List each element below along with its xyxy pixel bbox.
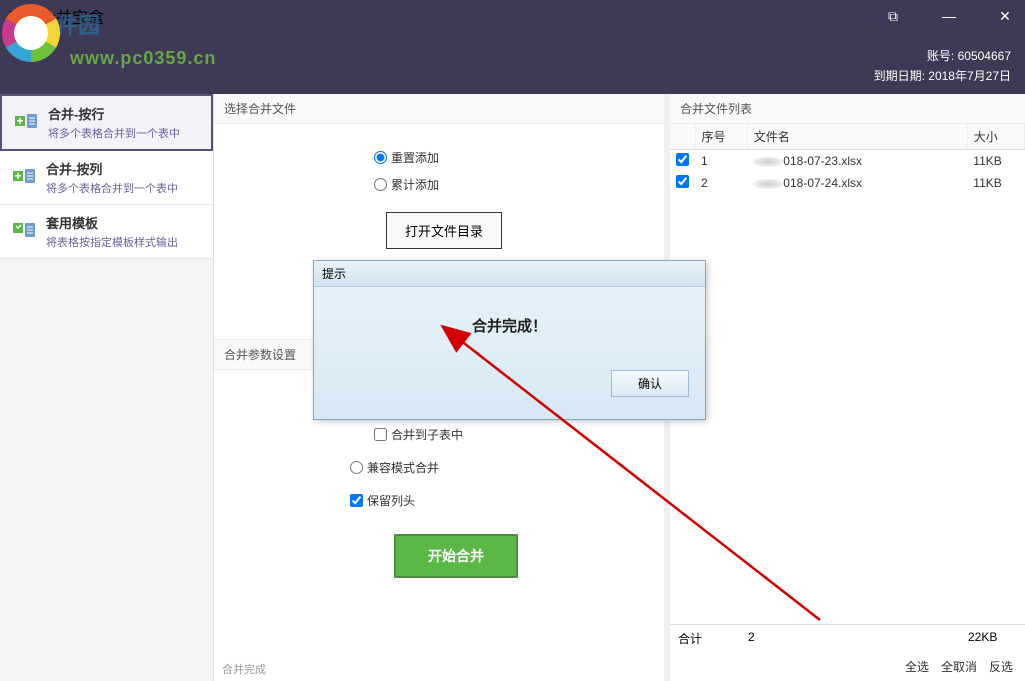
- right-panel: 合并文件列表 序号 文件名 大小 1: [670, 94, 1025, 681]
- radio-compat-mode[interactable]: [350, 461, 363, 474]
- radio-accumulate-label: 累计添加: [391, 176, 439, 193]
- sidebar-item-title: 套用模板: [46, 213, 178, 232]
- file-table: 序号 文件名 大小 1 018-07-23.xlsx 11KB: [670, 124, 1025, 624]
- select-all-button[interactable]: 全选: [905, 658, 929, 675]
- sidebar: + 合并-按行 将多个表格合并到一个表中 + 合并-按列 将多个表格合并到一个表…: [0, 94, 214, 681]
- cell-size: 11KB: [967, 172, 1024, 194]
- select-files-header: 选择合并文件: [214, 94, 664, 124]
- dialog-message: 合并完成！: [314, 287, 705, 364]
- summary-count: 2: [748, 630, 968, 647]
- sidebar-item-title: 合并-按列: [46, 159, 178, 178]
- row-checkbox[interactable]: [676, 153, 689, 166]
- cell-name: 018-07-23.xlsx: [747, 150, 967, 173]
- sidebar-item-merge-rows[interactable]: + 合并-按行 将多个表格合并到一个表中: [0, 94, 213, 151]
- plus-doc-icon: +: [12, 109, 40, 137]
- row-checkbox[interactable]: [676, 175, 689, 188]
- expiry-value: 2018年7月27日: [928, 69, 1011, 83]
- dialog-title: 提示: [314, 261, 705, 287]
- watermark-url: www.pc0359.cn: [70, 48, 216, 69]
- file-list-header: 合并文件列表: [670, 94, 1025, 124]
- sidebar-item-template[interactable]: 套用模板 将表格按指定模板样式输出: [0, 205, 213, 259]
- col-checkbox: [670, 124, 695, 150]
- start-merge-button[interactable]: 开始合并: [394, 534, 518, 578]
- feedback-icon[interactable]: ⧉: [877, 8, 909, 25]
- summary-size: 22KB: [968, 630, 997, 647]
- sidebar-item-desc: 将多个表格合并到一个表中: [48, 125, 180, 141]
- cell-index: 1: [695, 150, 747, 173]
- table-row[interactable]: 2 018-07-24.xlsx 11KB: [670, 172, 1025, 194]
- cell-size: 11KB: [967, 150, 1024, 173]
- table-row[interactable]: 1 018-07-23.xlsx 11KB: [670, 150, 1025, 173]
- col-index[interactable]: 序号: [695, 124, 747, 150]
- cell-name: 018-07-24.xlsx: [747, 172, 967, 194]
- sidebar-item-title: 合并-按行: [48, 104, 180, 123]
- radio-reset-add[interactable]: [374, 151, 387, 164]
- check-keep-header-label: 保留列头: [367, 492, 415, 509]
- deselect-all-button[interactable]: 全取消: [941, 658, 977, 675]
- check-keep-header[interactable]: [350, 494, 363, 507]
- radio-reset-label: 重置添加: [391, 149, 439, 166]
- expiry-label: 到期日期:: [874, 69, 925, 83]
- plus-doc-icon: +: [10, 164, 38, 192]
- status-bar: 合并完成: [222, 661, 266, 677]
- action-row: 全选 全取消 反选: [670, 652, 1025, 681]
- sidebar-item-desc: 将多个表格合并到一个表中: [46, 180, 178, 196]
- dialog-prompt: 提示 合并完成！ 确认: [313, 260, 706, 420]
- template-icon: [10, 218, 38, 246]
- check-merge-to-sub[interactable]: [374, 428, 387, 441]
- check-merge-to-sub-label: 合并到子表中: [391, 426, 463, 443]
- account-label: 账号:: [927, 49, 954, 63]
- sidebar-item-merge-cols[interactable]: + 合并-按列 将多个表格合并到一个表中: [0, 151, 213, 205]
- col-name[interactable]: 文件名: [747, 124, 967, 150]
- minimize-icon[interactable]: —: [933, 8, 965, 24]
- logo-icon: [2, 4, 66, 68]
- sidebar-item-desc: 将表格按指定模板样式输出: [46, 234, 178, 250]
- titlebar: 表格合并宝盒 ⧉ — ✕: [0, 0, 1025, 32]
- invert-selection-button[interactable]: 反选: [989, 658, 1013, 675]
- summary-row: 合计 2 22KB: [670, 624, 1025, 652]
- account-value: 60504667: [958, 49, 1011, 63]
- dialog-ok-button[interactable]: 确认: [611, 370, 689, 397]
- open-folder-button[interactable]: 打开文件目录: [386, 212, 502, 249]
- cell-index: 2: [695, 172, 747, 194]
- radio-compat-label: 兼容模式合并: [367, 459, 439, 476]
- radio-accumulate-add[interactable]: [374, 178, 387, 191]
- svg-text:+: +: [14, 169, 21, 183]
- summary-label: 合计: [678, 630, 748, 647]
- svg-text:+: +: [16, 114, 23, 128]
- close-icon[interactable]: ✕: [989, 8, 1021, 25]
- col-size[interactable]: 大小: [967, 124, 1024, 150]
